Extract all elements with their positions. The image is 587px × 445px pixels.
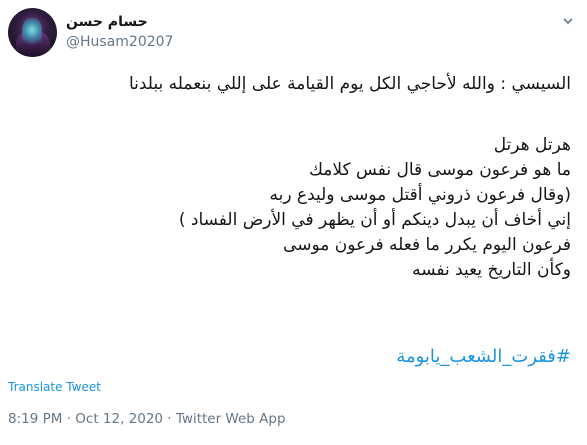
- tweet-line: إني أخاف أن يبدل دينكم أو أن يظهر في الأ…: [178, 210, 571, 230]
- tweet-line: ما هو فرعون موسى قال نفس كلامك: [308, 160, 571, 180]
- avatar-figure: [22, 18, 42, 48]
- tweet-text: السيسي : والله لأحاجي الكل يوم القيامة ع…: [11, 72, 571, 283]
- tweet-line: وكأن التاريخ يعيد نفسه: [412, 260, 571, 280]
- tweet-line: فرعون اليوم يكرر ما فعله فرعون موسى: [283, 235, 571, 255]
- tweet-line: (وقال فرعون ذروني أقتل موسى وليدع ربه: [269, 185, 571, 205]
- author-display-name[interactable]: حسام حسن: [66, 14, 148, 30]
- tweet-line: هرتل هرتل: [493, 135, 571, 155]
- hashtag-link[interactable]: #فقرت_الشعب_يابومة: [396, 346, 571, 367]
- author-handle[interactable]: @Husam20207: [66, 34, 173, 50]
- translate-tweet-link[interactable]: Translate Tweet: [8, 380, 101, 394]
- chevron-down-icon[interactable]: [563, 16, 573, 26]
- tweet-timestamp[interactable]: 8:19 PM · Oct 12, 2020 · Twitter Web App: [8, 411, 286, 427]
- avatar[interactable]: [8, 8, 57, 57]
- tweet-line: السيسي : والله لأحاجي الكل يوم القيامة ع…: [128, 74, 571, 94]
